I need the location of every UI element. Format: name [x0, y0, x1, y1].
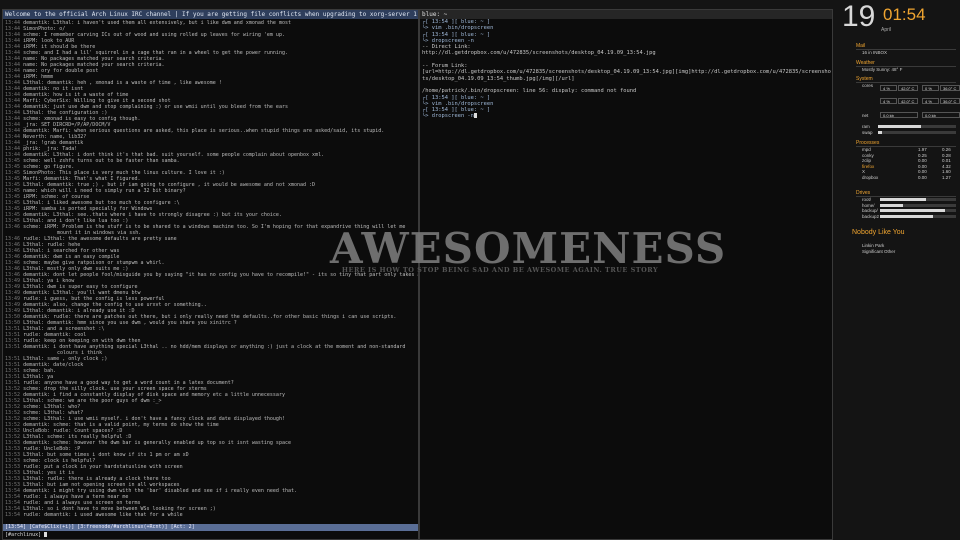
drive-bar-fill	[880, 214, 934, 218]
now-playing-artist: Linkin Park	[862, 243, 885, 248]
text-cursor	[473, 113, 477, 119]
irc-message: 13:46 schme: iRPM: Problem is the stuff …	[5, 224, 418, 236]
cores-label: cores	[862, 83, 874, 88]
shell-line: [url=http://dl.getdropbox.com/u/472835/s…	[422, 69, 831, 82]
drive-bar-fill	[880, 203, 903, 207]
drive-bar-fill	[880, 198, 926, 201]
date-month: April	[881, 27, 892, 33]
core-usage: 4 %	[880, 98, 897, 104]
irc-terminal-window[interactable]: Welcome to the official Arch Linux IRC c…	[2, 9, 419, 540]
irc-timestamp: 13:54	[5, 512, 21, 518]
drive-name: backup2	[862, 213, 880, 219]
drive-bar	[880, 203, 956, 207]
irc-message: 13:51 demantik: i dont have anything spe…	[5, 344, 418, 356]
now-playing-album: Significant Other	[862, 249, 896, 254]
text-cursor	[44, 532, 48, 537]
process-mem: 0.01	[942, 158, 951, 163]
process-cpu: 0.25	[918, 152, 927, 158]
drive-bar	[880, 214, 956, 218]
swap-label: swap	[862, 130, 873, 135]
process-name: firefox	[862, 163, 875, 169]
mail-count: 16 in INBOX	[862, 50, 888, 55]
process-mem: 4.32	[942, 163, 951, 169]
core-temp: 42.0° C	[898, 85, 918, 91]
drive-name: root/	[862, 197, 872, 202]
shell-output: ┌[ 13:54 ][ blue: ~ ] └> vim .bin/dropscr…	[420, 19, 832, 120]
process-cpu: 0.00	[918, 174, 927, 180]
date-day: 19	[842, 0, 876, 33]
clock-time: 01:54	[883, 5, 926, 24]
core-temp: 36.0° C	[940, 85, 960, 91]
core-usage: 4 %	[880, 85, 897, 91]
drive-bar-fill	[880, 209, 945, 212]
process-name: zclip	[862, 158, 872, 163]
irc-timestamp: 13:51	[5, 344, 21, 350]
irc-status-bar: [13:54] [Cafe$Clix(+i)] [3:freenode/#arc…	[3, 524, 418, 531]
irc-topic-bar: Welcome to the official Arch Linux IRC c…	[3, 10, 418, 19]
irc-message-text: schme: iRPM: Problem is the stuff is to …	[20, 224, 406, 236]
irc-message-text: demantik: i dont have anything special L…	[20, 344, 406, 356]
shell-line: └> dropscreen -n	[420, 113, 832, 119]
shell-terminal-window[interactable]: blue: ~ ┌[ 13:54 ][ blue: ~ ] └> vim .bin…	[419, 9, 833, 540]
core-usage: 4 %	[922, 98, 939, 104]
process-mem: 0.28	[942, 152, 951, 158]
ram-bar	[878, 125, 956, 128]
now-playing-title: Nobody Like You	[852, 229, 905, 236]
process-cpu: 1.97	[918, 147, 927, 152]
drive-bar	[880, 209, 956, 212]
process-mem: 1.27	[942, 174, 951, 180]
weather-text: Mostly Sunny: 48° F	[862, 67, 903, 72]
divider	[856, 146, 956, 147]
net-down: 0.0 kb	[880, 112, 918, 118]
core-usage: 0 %	[922, 85, 939, 91]
irc-message: 13:54 rudle: demantik: i used awesome li…	[5, 512, 418, 518]
core-temp: 36.0° C	[940, 98, 960, 104]
drive-bar	[880, 198, 956, 201]
ram-label: ram	[862, 124, 870, 129]
ram-bar-fill	[878, 125, 921, 128]
process-name: conky	[862, 152, 874, 158]
process-cpu: 0.00	[918, 169, 927, 174]
net-up: 0.0 kb	[922, 112, 960, 118]
process-mem: 1.60	[942, 169, 951, 174]
process-cpu: 0.00	[918, 163, 927, 169]
process-mem: 0.26	[942, 147, 951, 152]
irc-timestamp: 13:46	[5, 224, 21, 230]
irc-input-line[interactable]: [#archlinux]	[3, 531, 418, 539]
process-name: X	[862, 169, 866, 174]
irc-message-log: 13:44 demantik: L3thal: i haven't used t…	[3, 19, 418, 518]
irc-message-text: rudle: demantik: i used awesome like tha…	[20, 512, 183, 518]
drive-name: home/	[862, 202, 875, 208]
process-cpu: 0.00	[918, 158, 927, 163]
swap-bar-fill	[878, 131, 882, 134]
irc-input-prompt: [#archlinux]	[5, 532, 45, 538]
core-temp: 42.0° C	[898, 98, 918, 104]
drive-name: backup/	[862, 208, 878, 213]
process-name: mpd	[862, 147, 871, 152]
shell-window-title: blue: ~	[420, 10, 832, 19]
irc-message-text: demantik: dont let people fool/misguide …	[20, 272, 418, 278]
conky-sidebar: 19 01:54 April Mail 16 in INBOX Weather …	[836, 0, 960, 540]
net-label: net	[862, 113, 869, 118]
swap-bar	[878, 131, 956, 134]
process-name: dropbox	[862, 174, 879, 180]
